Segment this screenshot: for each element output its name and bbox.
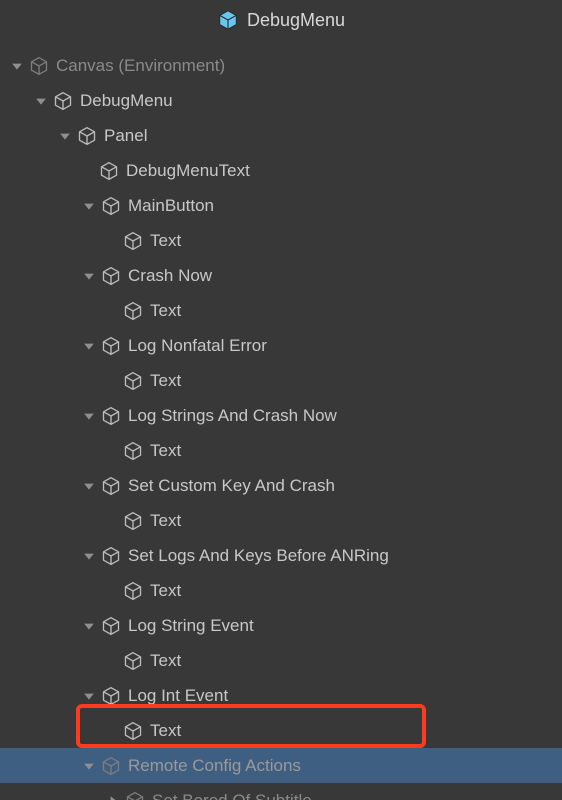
tree-item-label: Set Logs And Keys Before ANRing [128,546,389,566]
expand-arrow-icon[interactable] [80,197,98,215]
expand-arrow-icon[interactable] [80,477,98,495]
tree-row-text[interactable]: Text [0,363,562,398]
gameobject-cube-icon [124,790,146,800]
tree-row-text[interactable]: Text [0,503,562,538]
hierarchy-tree: Canvas (Environment) DebugMenu Panel Deb… [0,40,562,800]
tree-row-canvas[interactable]: Canvas (Environment) [0,48,562,83]
tree-item-label: Log Nonfatal Error [128,336,267,356]
gameobject-cube-icon [52,90,74,112]
tree-item-label: Text [150,511,181,531]
expand-arrow-icon[interactable] [80,757,98,775]
gameobject-cube-icon [122,720,144,742]
gameobject-cube-icon [122,440,144,462]
tree-item-label: Text [150,721,181,741]
tree-item-label: Crash Now [128,266,212,286]
gameobject-cube-icon [100,545,122,567]
gameobject-cube-icon [122,300,144,322]
gameobject-cube-icon [100,335,122,357]
tree-item-label: Panel [104,126,147,146]
prefab-cube-icon [217,9,239,31]
tree-row-panel[interactable]: Panel [0,118,562,153]
expand-arrow-icon[interactable] [80,687,98,705]
expand-arrow-icon[interactable] [80,617,98,635]
expand-arrow-icon[interactable] [56,127,74,145]
gameobject-cube-icon [100,265,122,287]
tree-row-text[interactable]: Text [0,573,562,608]
gameobject-cube-icon [122,580,144,602]
tree-row-setbored[interactable]: Set Bored Of Subtitle [0,783,562,800]
tree-row-text[interactable]: Text [0,433,562,468]
gameobject-cube-icon [122,230,144,252]
gameobject-cube-icon [100,405,122,427]
header-bar: DebugMenu [0,0,562,40]
tree-row-text[interactable]: Text [0,293,562,328]
gameobject-cube-icon [122,370,144,392]
tree-row-lognonfatal[interactable]: Log Nonfatal Error [0,328,562,363]
tree-item-label: Text [150,231,181,251]
expand-arrow-icon[interactable] [80,267,98,285]
gameobject-cube-icon [98,160,120,182]
tree-item-label: Remote Config Actions [128,756,301,776]
tree-row-logintevent[interactable]: Log Int Event [0,678,562,713]
tree-row-text[interactable]: Text [0,643,562,678]
tree-row-debugmenutext[interactable]: DebugMenuText [0,153,562,188]
tree-row-logstringevent[interactable]: Log String Event [0,608,562,643]
tree-item-label: Canvas (Environment) [56,56,225,76]
expand-arrow-icon[interactable] [80,547,98,565]
gameobject-cube-icon [100,685,122,707]
tree-item-label: MainButton [128,196,214,216]
collapse-arrow-icon[interactable] [104,792,122,800]
tree-item-label: Text [150,651,181,671]
tree-item-label: Log String Event [128,616,254,636]
tree-row-crashnow[interactable]: Crash Now [0,258,562,293]
gameobject-cube-icon [100,475,122,497]
gameobject-cube-icon [28,55,50,77]
tree-row-remoteconfig[interactable]: Remote Config Actions [0,748,562,783]
tree-item-label: Text [150,441,181,461]
tree-row-setcustomkeycrash[interactable]: Set Custom Key And Crash [0,468,562,503]
tree-item-label: DebugMenu [80,91,173,111]
tree-item-label: Text [150,371,181,391]
gameobject-cube-icon [100,755,122,777]
gameobject-cube-icon [100,615,122,637]
expand-arrow-icon[interactable] [80,407,98,425]
gameobject-cube-icon [122,510,144,532]
tree-row-text[interactable]: Text [0,713,562,748]
header-title: DebugMenu [247,10,345,31]
tree-row-mainbutton[interactable]: MainButton [0,188,562,223]
tree-row-text[interactable]: Text [0,223,562,258]
gameobject-cube-icon [122,650,144,672]
tree-row-debugmenu[interactable]: DebugMenu [0,83,562,118]
tree-item-label: Set Bored Of Subtitle [152,791,312,800]
expand-arrow-icon[interactable] [32,92,50,110]
tree-row-logstringscrash[interactable]: Log Strings And Crash Now [0,398,562,433]
tree-item-label: Text [150,581,181,601]
tree-item-label: DebugMenuText [126,161,250,181]
expand-arrow-icon[interactable] [80,337,98,355]
gameobject-cube-icon [100,195,122,217]
tree-item-label: Log Int Event [128,686,228,706]
tree-row-setlogskeysanr[interactable]: Set Logs And Keys Before ANRing [0,538,562,573]
tree-item-label: Text [150,301,181,321]
tree-item-label: Set Custom Key And Crash [128,476,335,496]
expand-arrow-icon[interactable] [8,57,26,75]
tree-item-label: Log Strings And Crash Now [128,406,337,426]
gameobject-cube-icon [76,125,98,147]
